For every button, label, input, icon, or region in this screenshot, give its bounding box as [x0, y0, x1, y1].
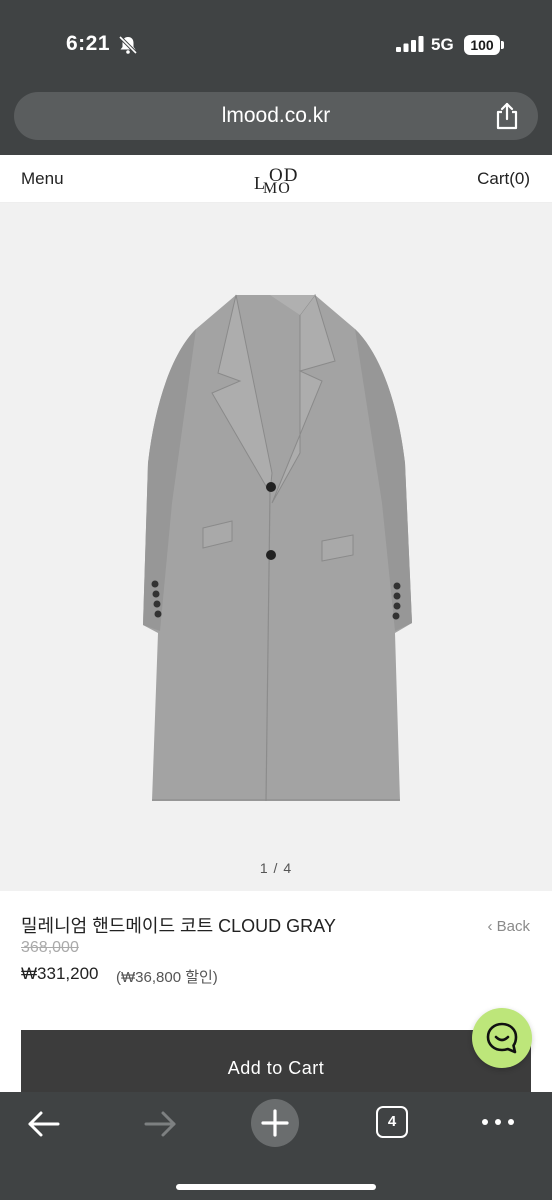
- logo-letters-mo: MO: [263, 180, 291, 197]
- cart-link[interactable]: Cart(0): [477, 169, 530, 189]
- chat-button[interactable]: [472, 1008, 532, 1068]
- product-title: 밀레니엄 핸드메이드 코트 CLOUD GRAY: [21, 916, 336, 936]
- discount-note: (₩36,800 할인): [116, 969, 218, 986]
- browser-bottom-bar: 4: [0, 1092, 552, 1200]
- back-arrow-icon[interactable]: [26, 1106, 62, 1142]
- site-logo[interactable]: L OD MO: [251, 161, 315, 197]
- menu-link[interactable]: Menu: [21, 169, 64, 189]
- browser-top-bar: 6:21 5G 100 lmood.co.kr: [0, 0, 552, 155]
- battery-level: 100: [464, 35, 500, 55]
- tabs-icon[interactable]: 4: [376, 1106, 408, 1138]
- sale-price: ₩331,200: [21, 964, 99, 983]
- product-image-coat: [143, 293, 412, 802]
- network-type: 5G: [431, 35, 454, 54]
- more-icon[interactable]: [480, 1112, 516, 1132]
- battery-icon: 100: [464, 35, 504, 55]
- back-link[interactable]: ‹ Back: [487, 918, 530, 935]
- new-tab-button[interactable]: [251, 1099, 299, 1147]
- page: 6:21 5G 100 lmood.co.kr Menu L OD MO Car…: [0, 0, 552, 1200]
- signal-icon: [396, 36, 424, 52]
- chat-icon: [486, 1022, 518, 1054]
- share-icon[interactable]: [494, 102, 520, 130]
- bell-off-icon: [118, 36, 138, 54]
- home-indicator: [176, 1184, 376, 1190]
- site-header: Menu L OD MO Cart(0): [0, 155, 552, 203]
- original-price: 368,000: [21, 939, 79, 956]
- address-bar[interactable]: lmood.co.kr: [14, 92, 538, 140]
- product-image-carousel[interactable]: 1 / 4: [0, 203, 552, 891]
- battery-cap: [501, 41, 504, 49]
- url-text[interactable]: lmood.co.kr: [14, 104, 538, 128]
- plus-icon: [261, 1109, 289, 1137]
- forward-arrow-icon[interactable]: [142, 1106, 178, 1142]
- image-pager: 1 / 4: [259, 860, 293, 876]
- status-time: 6:21: [66, 32, 111, 55]
